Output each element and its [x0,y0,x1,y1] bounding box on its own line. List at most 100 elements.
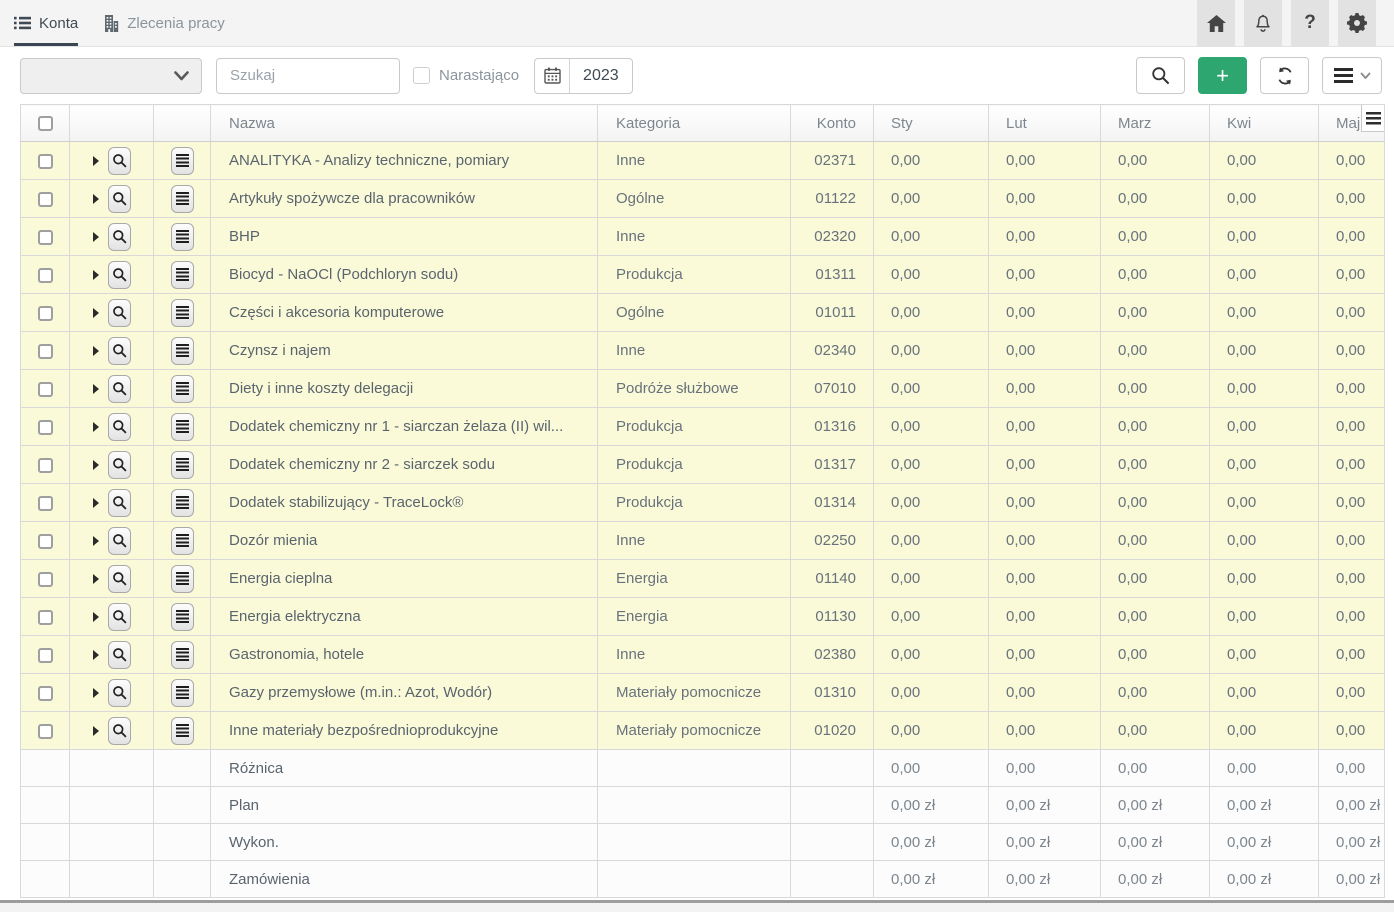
add-button[interactable]: + [1198,57,1247,94]
expand-row-icon[interactable] [93,612,99,622]
expand-row-icon[interactable] [93,460,99,470]
cumulative-toggle: Narastająco [413,67,519,84]
row-details-button[interactable] [171,223,194,251]
search-input[interactable] [216,58,400,94]
row-details-button[interactable] [171,603,194,631]
expand-row-icon[interactable] [93,574,99,584]
row-zoom-button[interactable] [108,717,131,745]
expand-row-icon[interactable] [93,346,99,356]
tab-konta-label: Konta [39,15,78,32]
row-zoom-button[interactable] [108,337,131,365]
row-details-button[interactable] [171,527,194,555]
header-nazwa[interactable]: Nazwa [211,105,598,142]
row-checkbox[interactable] [38,268,53,283]
row-checkbox[interactable] [38,724,53,739]
tab-konta[interactable]: Konta [14,0,78,46]
row-details-button[interactable] [171,413,194,441]
row-checkbox[interactable] [38,572,53,587]
row-details-button[interactable] [171,679,194,707]
help-button[interactable]: ? [1291,0,1329,46]
row-checkbox[interactable] [38,534,53,549]
row-zoom-button[interactable] [108,299,131,327]
header-marz[interactable]: Marz [1101,105,1210,142]
column-settings-button[interactable] [1361,105,1384,132]
row-checkbox[interactable] [38,382,53,397]
settings-button[interactable] [1338,0,1376,46]
row-checkbox[interactable] [38,496,53,511]
narastajaco-checkbox[interactable] [413,67,430,84]
row-checkbox[interactable] [38,686,53,701]
row-checkbox[interactable] [38,344,53,359]
row-value-marz: 0,00 [1101,256,1210,294]
row-checkbox[interactable] [38,420,53,435]
refresh-button[interactable] [1260,57,1309,94]
expand-row-icon[interactable] [93,384,99,394]
row-details-button[interactable] [171,641,194,669]
row-zoom-button[interactable] [108,185,131,213]
row-zoom-button[interactable] [108,603,131,631]
row-checkbox[interactable] [38,306,53,321]
calendar-button[interactable] [535,59,570,93]
expand-row-icon[interactable] [93,156,99,166]
row-checkbox[interactable] [38,230,53,245]
row-zoom-button[interactable] [108,375,131,403]
row-checkbox[interactable] [38,610,53,625]
expand-row-icon[interactable] [93,232,99,242]
header-lut[interactable]: Lut [989,105,1101,142]
expand-row-icon[interactable] [93,422,99,432]
row-details-button[interactable] [171,337,194,365]
year-picker[interactable]: 2023 [534,58,633,94]
header-kategoria[interactable]: Kategoria [598,105,791,142]
expand-row-icon[interactable] [93,688,99,698]
row-value-marz: 0,00 [1101,484,1210,522]
expand-row-icon[interactable] [93,726,99,736]
row-zoom-button[interactable] [108,641,131,669]
expand-row-icon[interactable] [93,498,99,508]
header-konto[interactable]: Konto [791,105,874,142]
row-details-button[interactable] [171,375,194,403]
row-zoom-button[interactable] [108,451,131,479]
expand-row-icon[interactable] [93,650,99,660]
filter-toolbar: Narastająco 2023 [0,47,1394,104]
header-kwi[interactable]: Kwi [1210,105,1319,142]
expand-row-icon[interactable] [93,194,99,204]
expand-row-icon[interactable] [93,308,99,318]
row-zoom-button[interactable] [108,261,131,289]
row-checkbox[interactable] [38,192,53,207]
row-zoom-button[interactable] [108,565,131,593]
search-button[interactable] [1136,57,1185,94]
row-zoom-button[interactable] [108,147,131,175]
row-details-button[interactable] [171,185,194,213]
row-details-button[interactable] [171,565,194,593]
year-value[interactable]: 2023 [570,59,632,93]
row-checkbox[interactable] [38,648,53,663]
notifications-button[interactable] [1244,0,1282,46]
row-zoom-button[interactable] [108,679,131,707]
row-details-button[interactable] [171,717,194,745]
filter-select[interactable] [20,58,202,94]
select-all-checkbox[interactable] [38,116,53,131]
magnifier-icon [112,229,127,244]
row-details-button[interactable] [171,147,194,175]
list-icon [176,724,189,737]
home-button[interactable] [1197,0,1235,46]
header-sty[interactable]: Sty [874,105,989,142]
row-zoom-button[interactable] [108,413,131,441]
tab-zlecenia-pracy[interactable]: Zlecenia pracy [104,0,225,46]
row-details-button[interactable] [171,261,194,289]
row-zoom-button[interactable] [108,223,131,251]
row-details-button[interactable] [171,489,194,517]
row-details-button[interactable] [171,299,194,327]
row-value-sty: 0,00 [874,674,989,712]
expand-row-icon[interactable] [93,270,99,280]
row-zoom-button[interactable] [108,489,131,517]
expand-row-icon[interactable] [93,536,99,546]
table-row: Energia elektryczna Energia 01130 0,00 0… [21,598,1385,636]
row-checkbox[interactable] [38,458,53,473]
menu-button[interactable] [1322,57,1382,94]
row-value-marz: 0,00 [1101,712,1210,750]
header-expand-column [70,105,154,142]
row-zoom-button[interactable] [108,527,131,555]
row-checkbox[interactable] [38,154,53,169]
row-details-button[interactable] [171,451,194,479]
